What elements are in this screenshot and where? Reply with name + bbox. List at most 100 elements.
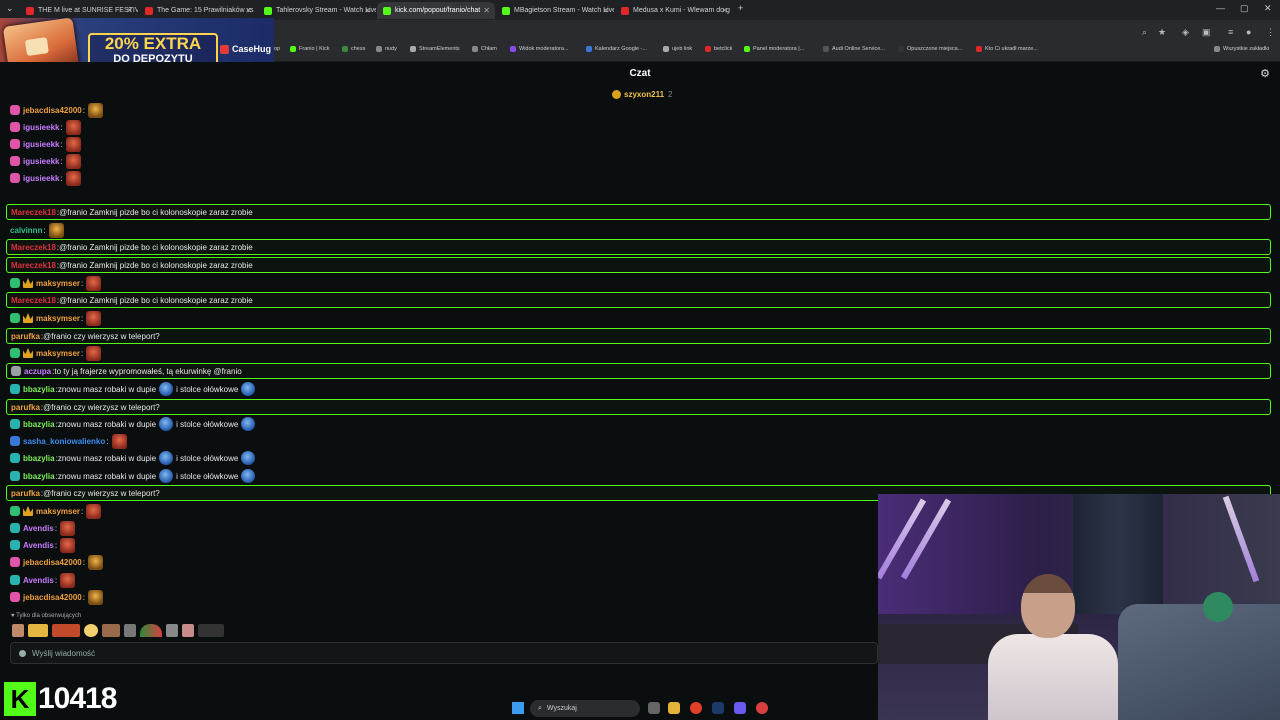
message-username[interactable]: parufka [11, 489, 40, 498]
subscriber-badge-icon[interactable] [10, 122, 20, 132]
message-username[interactable]: maksymser [36, 279, 80, 288]
chat-message[interactable]: igusieekk: [6, 170, 1271, 186]
emote-icon[interactable] [86, 345, 102, 361]
chat-message[interactable]: Mareczek18: @franio Zamknij pizde bo ci … [6, 204, 1271, 220]
subscriber-badge-icon[interactable] [10, 384, 20, 394]
message-username[interactable]: calvinnn [10, 226, 42, 235]
emote-icon[interactable] [87, 554, 103, 570]
crown-badge-icon[interactable] [23, 348, 33, 358]
subscriber-badge-icon[interactable] [10, 139, 20, 149]
chat-message[interactable]: igusieekk: [6, 136, 1271, 152]
emote-icon[interactable] [86, 310, 102, 326]
chat-message[interactable]: igusieekk: [6, 153, 1271, 169]
chat-settings-icon[interactable]: ⚙ [1260, 67, 1270, 80]
message-username[interactable]: igusieekk [23, 174, 59, 183]
message-username[interactable]: bbazylia [23, 472, 55, 481]
message-username[interactable]: parufka [11, 403, 40, 412]
subscriber-badge-icon[interactable] [10, 419, 20, 429]
message-username[interactable]: Avendis [23, 524, 54, 533]
bookmark-item[interactable]: Chłam [472, 46, 497, 52]
chat-message[interactable]: maksymser: [6, 275, 1271, 291]
chat-message[interactable]: parufka: @franio czy wierzysz w teleport… [6, 328, 1271, 344]
new-tab-icon[interactable]: + [738, 3, 743, 13]
bookmark-item[interactable]: ujeb link [663, 46, 692, 52]
chat-message[interactable]: bbazylia: znowu masz robaki w dupie i sto… [6, 468, 1271, 484]
chat-message[interactable]: aczupa: to ty ją frajerze wypromowałeś, … [6, 363, 1271, 379]
chat-message[interactable]: Mareczek18: @franio Zamknij pizde bo ci … [6, 239, 1271, 255]
browser-tab[interactable]: THE M live at SUNRISE FESTIVAL ✕ [20, 2, 138, 19]
message-username[interactable]: maksymser [36, 314, 80, 323]
emote-5[interactable] [102, 624, 120, 637]
emote-8[interactable] [166, 624, 178, 637]
message-username[interactable]: igusieekk [23, 140, 59, 149]
message-username[interactable]: sasha_koniowalienko [23, 437, 105, 446]
bookmark-item[interactable]: Widok moderatora... [510, 46, 569, 52]
maximize-icon[interactable]: ▢ [1240, 3, 1249, 14]
tab-close-icon[interactable]: ✕ [483, 6, 490, 15]
crown-badge-icon[interactable] [23, 313, 33, 323]
bookmark-fragment[interactable]: op [274, 46, 280, 52]
message-username[interactable]: bbazylia [23, 385, 55, 394]
subscriber-badge-icon[interactable] [10, 557, 20, 567]
emote-icon[interactable] [241, 382, 256, 396]
message-username[interactable]: parufka [11, 332, 40, 341]
emote-icon[interactable] [159, 417, 174, 431]
subscriber-badge-icon[interactable] [10, 313, 20, 323]
emote-icon[interactable] [87, 102, 103, 118]
extension-icon[interactable]: ◈ [1182, 27, 1189, 38]
browser-tab[interactable]: MBagietson Stream - Watch Live ✕ [496, 2, 614, 19]
bookmark-item[interactable]: StreamElements [410, 46, 460, 52]
emote-7[interactable] [140, 624, 162, 637]
emote-icon[interactable] [241, 417, 256, 431]
tab-close-icon[interactable]: ✕ [721, 6, 728, 15]
emote-icon[interactable] [65, 136, 81, 152]
message-username[interactable]: maksymser [36, 349, 80, 358]
chat-message[interactable]: Mareczek18: @franio Zamknij pizde bo ci … [6, 292, 1271, 308]
emote-icon[interactable] [87, 589, 103, 605]
emote-6[interactable] [124, 624, 136, 637]
emote-icon[interactable] [241, 451, 256, 465]
taskbar-search[interactable]: ⌕ Wyszukaj [530, 700, 640, 717]
bookmark-item[interactable]: Audi Online Service... [823, 46, 885, 52]
message-username[interactable]: jebacdisa42000 [23, 558, 82, 567]
tab-close-icon[interactable]: ✕ [245, 6, 252, 15]
message-username[interactable]: Mareczek18 [11, 243, 56, 252]
message-username[interactable]: jebacdisa42000 [23, 106, 82, 115]
subscriber-badge-icon[interactable] [10, 471, 20, 481]
emote-2[interactable] [28, 624, 48, 637]
chat-message[interactable]: bbazylia: znowu masz robaki w dupie i sto… [6, 416, 1271, 432]
emote-1[interactable] [12, 624, 24, 637]
windows-start-icon[interactable] [512, 702, 524, 714]
emote-icon[interactable] [65, 119, 81, 135]
message-username[interactable]: maksymser [36, 507, 80, 516]
chat-message[interactable]: bbazylia: znowu masz robaki w dupie i sto… [6, 381, 1271, 397]
bookmark-item[interactable]: Kalendarz Google -... [586, 46, 647, 52]
bookmark-item[interactable]: Kto Ci ukradł marze... [976, 46, 1038, 52]
bookmark-item[interactable]: Franio | Kick [290, 46, 329, 52]
bookmark-item[interactable]: Wszystkie zakładki [1214, 46, 1269, 52]
subscriber-badge-icon[interactable] [10, 540, 20, 550]
emote-icon[interactable] [241, 469, 256, 483]
emote-icon[interactable] [60, 520, 76, 536]
subscriber-badge-icon[interactable] [11, 366, 21, 376]
chat-message[interactable]: parufka: @franio czy wierzysz w teleport… [6, 399, 1271, 415]
chrome-icon[interactable] [690, 702, 702, 714]
emote-icon[interactable] [111, 433, 127, 449]
emote-icon[interactable] [48, 222, 64, 238]
chat-message[interactable]: sasha_koniowalienko: [6, 433, 1271, 449]
emote-icon[interactable] [60, 537, 76, 553]
emote-icon[interactable] [159, 451, 174, 465]
emote-4[interactable] [84, 624, 98, 637]
message-username[interactable]: Avendis [23, 576, 54, 585]
chat-message[interactable]: maksymser: [6, 310, 1271, 326]
emoji-picker-icon[interactable] [19, 649, 26, 657]
bookmark-item[interactable]: Opuszczone miejsca... [898, 46, 962, 52]
tab-close-icon[interactable]: ✕ [364, 6, 371, 15]
zoom-icon[interactable]: ⌕ [1142, 27, 1147, 38]
tab-close-icon[interactable]: ✕ [602, 6, 609, 15]
bookmark-item[interactable]: chess [342, 46, 365, 52]
emote-9[interactable] [182, 624, 194, 637]
emote-icon[interactable] [86, 503, 102, 519]
message-username[interactable]: Mareczek18 [11, 296, 56, 305]
emote-icon[interactable] [159, 469, 174, 483]
